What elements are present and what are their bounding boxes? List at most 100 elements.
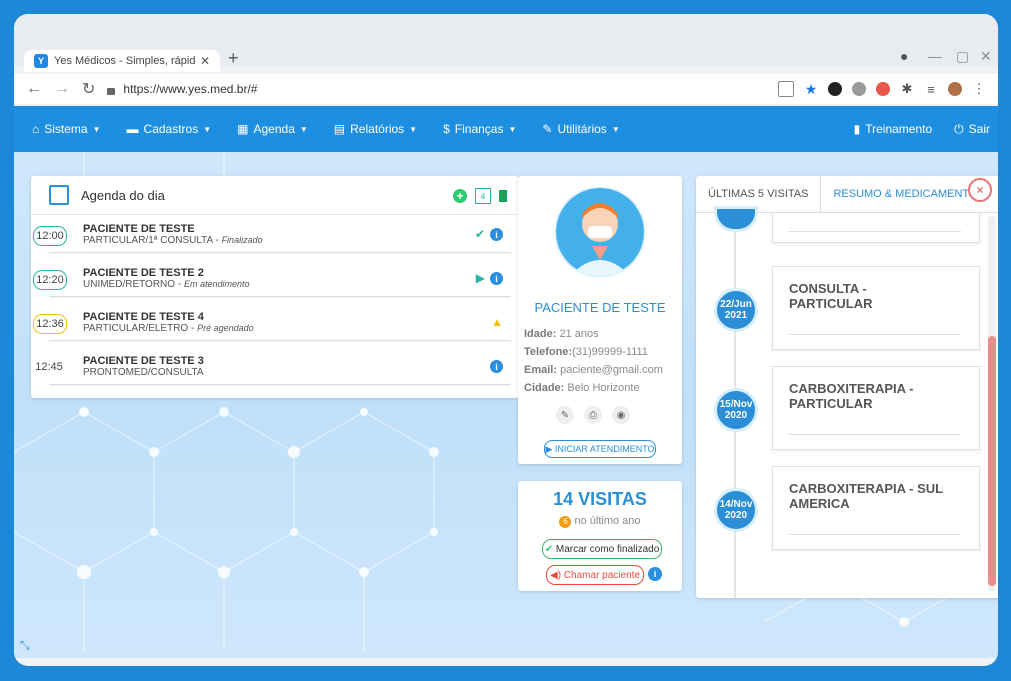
info-icon[interactable]: i xyxy=(490,360,503,373)
event-date-badge: 15/Nov 2020 xyxy=(714,388,758,432)
star-icon[interactable]: ★ xyxy=(804,81,818,97)
caret-down-icon: ▼ xyxy=(203,124,212,134)
agenda-title: Agenda do dia xyxy=(81,187,165,203)
start-appointment-button[interactable]: ▶ INICIAR ATENDIMENTO xyxy=(544,440,656,458)
scrollbar-thumb[interactable] xyxy=(988,336,996,586)
appointment-desc: UNIMED/RETORNO - Em atendimento xyxy=(83,279,250,290)
back-icon[interactable]: ← xyxy=(26,80,42,98)
play-icon[interactable]: ▶ xyxy=(476,271,485,285)
visits-card: 14 VISITAS 6 no último ano ✔ Marcar como … xyxy=(518,481,682,591)
more-icon[interactable]: ⋮ xyxy=(972,81,986,96)
wrench-icon: ✎ xyxy=(542,122,553,136)
reload-icon[interactable]: ↻ xyxy=(82,79,95,99)
dollar-icon: $ xyxy=(443,122,450,136)
agenda-card: Agenda do dia + 4 12:00 PACIENTE DE TEST… xyxy=(31,176,519,398)
agenda-row[interactable]: 12:45 PACIENTE DE TESTE 3 PRONTOMED/CONS… xyxy=(33,352,511,385)
patient-age: Idade: 21 anos xyxy=(524,328,599,340)
menu-relatorios[interactable]: ▤ Relatórios ▼ xyxy=(334,122,417,136)
megaphone-icon: ◀) xyxy=(550,569,562,581)
time-badge: 12:20 xyxy=(33,270,67,290)
call-patient-button[interactable]: ◀) Chamar paciente xyxy=(546,565,644,585)
edit-icon[interactable]: ✎ xyxy=(556,406,574,424)
power-icon: ⏻ xyxy=(954,121,964,136)
agenda-row[interactable]: 12:20 PACIENTE DE TESTE 2 UNIMED/RETORNO… xyxy=(33,264,511,297)
appointment-desc: PRONTOMED/CONSULTA xyxy=(83,367,204,378)
browser-tabbar: Y Yes Médicos - Simples, rápido, di ✕ + … xyxy=(14,14,998,72)
address-bar: ← → ↻ https://www.yes.med.br/# ★ ✱ ≡ ⋮ xyxy=(14,74,998,104)
event-date-badge: 22/Jun 2021 xyxy=(714,288,758,332)
browser-tab[interactable]: Y Yes Médicos - Simples, rápido, di ✕ xyxy=(24,50,220,72)
forward-icon[interactable]: → xyxy=(54,80,70,98)
caret-down-icon: ▼ xyxy=(299,124,308,134)
extensions-bar: ★ ✱ ≡ ⋮ xyxy=(778,81,986,97)
timeline-event[interactable]: CONSULTA - PARTICULAR xyxy=(772,266,980,350)
check-icon: ✔ xyxy=(544,543,554,555)
reading-list-icon[interactable]: ≡ xyxy=(924,82,938,97)
print-icon[interactable]: ⎙ xyxy=(584,406,602,424)
lock-icon xyxy=(107,87,116,95)
close-icon[interactable]: × xyxy=(968,178,992,202)
install-icon[interactable] xyxy=(778,81,794,97)
time-badge: 12:45 xyxy=(33,358,65,376)
patient-city: Cidade: Belo Horizonte xyxy=(524,382,640,394)
time-badge: 12:00 xyxy=(33,226,67,246)
menu-sistema[interactable]: ⌂ Sistema ▼ xyxy=(32,122,101,136)
agenda-row[interactable]: 12:00 PACIENTE DE TESTE PARTICULAR/1ª CO… xyxy=(33,220,511,253)
mark-finished-button[interactable]: ✔ Marcar como finalizado xyxy=(542,539,662,559)
patient-title: PACIENTE DE TESTE xyxy=(534,300,666,315)
agenda-row[interactable]: 12:36 PACIENTE DE TESTE 4 PARTICULAR/ELE… xyxy=(33,308,511,341)
appointment-desc: PARTICULAR/1ª CONSULTA - Finalizado xyxy=(83,235,263,246)
event-date-badge xyxy=(714,206,758,232)
menu-financas[interactable]: $ Finanças ▼ xyxy=(443,122,516,136)
check-icon: ✔ xyxy=(474,227,485,241)
new-tab-button[interactable]: + xyxy=(228,48,239,69)
timeline-event[interactable]: CARBOXITERAPIA - SUL AMERICA xyxy=(772,466,980,550)
book-icon: ▮ xyxy=(853,122,861,136)
bookmark-icon[interactable] xyxy=(499,190,507,202)
patient-name: PACIENTE DE TESTE 3 xyxy=(83,355,204,367)
menu-agenda[interactable]: ▦ Agenda ▼ xyxy=(237,122,308,136)
puzzle-icon[interactable]: ✱ xyxy=(900,81,914,96)
menu-cadastros[interactable]: ▬ Cadastros ▼ xyxy=(127,122,212,136)
resize-icon[interactable]: ⤡ xyxy=(20,638,30,653)
close-window-button[interactable]: ✕ xyxy=(980,48,992,65)
event-date-badge: 14/Nov 2020 xyxy=(714,488,758,532)
maximize-button[interactable]: ▢ xyxy=(956,48,969,65)
menu-utilitarios[interactable]: ✎ Utilitários ▼ xyxy=(542,122,619,136)
profile-avatar[interactable] xyxy=(948,82,962,96)
patient-card: PACIENTE DE TESTE Idade: 21 anos Telefon… xyxy=(518,176,682,464)
minimize-button[interactable]: — xyxy=(928,48,942,64)
home-icon: ⌂ xyxy=(32,122,40,136)
patient-name: PACIENTE DE TESTE 2 xyxy=(83,267,204,279)
url-field[interactable]: https://www.yes.med.br/# xyxy=(107,82,257,96)
record-icon[interactable]: ● xyxy=(900,48,908,64)
camera-icon[interactable]: ◉ xyxy=(612,406,630,424)
yes-medicos-favicon: Y xyxy=(34,54,48,68)
abp-icon[interactable] xyxy=(852,82,866,96)
patient-avatar xyxy=(554,186,646,278)
info-icon[interactable]: i xyxy=(490,272,503,285)
caret-down-icon: ▼ xyxy=(508,124,517,134)
url-text: https://www.yes.med.br/# xyxy=(123,82,258,96)
timeline-event[interactable] xyxy=(772,212,980,243)
browser-window: Y Yes Médicos - Simples, rápido, di ✕ + … xyxy=(14,14,998,666)
main-content: Agenda do dia + 4 12:00 PACIENTE DE TEST… xyxy=(14,152,998,658)
time-badge: 12:36 xyxy=(33,314,67,334)
close-tab-icon[interactable]: ✕ xyxy=(200,54,210,68)
extension-icon[interactable] xyxy=(828,82,842,96)
tab-title: Yes Médicos - Simples, rápido, di xyxy=(54,55,196,67)
visits-last-year: 6 no último ano xyxy=(518,515,682,528)
caret-down-icon: ▼ xyxy=(611,124,620,134)
calendar-badge-icon[interactable]: 4 xyxy=(475,188,491,204)
appointment-desc: PARTICULAR/ELETRO - Pré agendado xyxy=(83,323,254,334)
warning-icon: ▲ xyxy=(491,315,503,329)
logout-link[interactable]: ⏻ Sair xyxy=(954,122,990,137)
extension-badge-icon[interactable] xyxy=(876,82,890,96)
add-appointment-icon[interactable]: + xyxy=(453,189,467,203)
info-icon[interactable]: i xyxy=(490,228,503,241)
timeline-event[interactable]: CARBOXITERAPIA - PARTICULAR xyxy=(772,366,980,450)
play-icon: ▶ xyxy=(545,443,553,454)
training-link[interactable]: ▮ Treinamento xyxy=(854,122,933,136)
patient-name: PACIENTE DE TESTE 4 xyxy=(83,311,204,323)
info-icon[interactable]: i xyxy=(648,567,662,581)
